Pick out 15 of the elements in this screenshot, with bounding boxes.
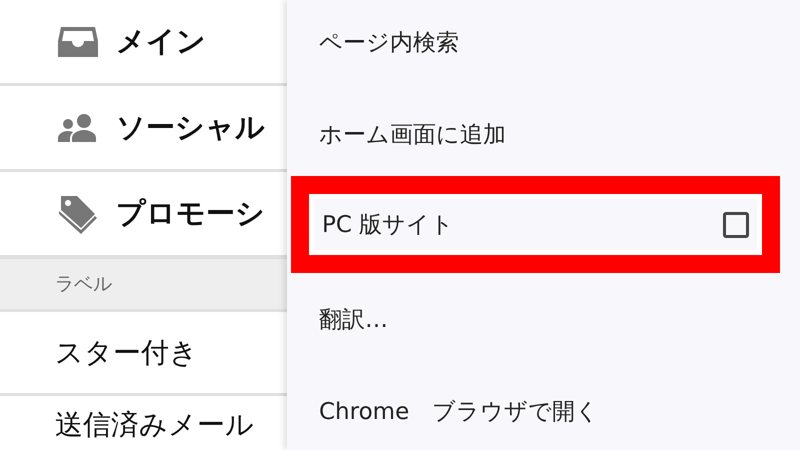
menu-item[interactable]: 翻訳…: [287, 273, 800, 365]
menu-item[interactable]: ホーム画面に追加: [287, 88, 800, 180]
menu-item[interactable]: PC 版サイト: [314, 199, 757, 250]
inbox-tray-icon: [58, 24, 98, 58]
checkbox[interactable]: [723, 212, 749, 238]
menu-item[interactable]: Chrome ブラウザで開く: [287, 365, 800, 450]
sidebar-item[interactable]: スター付き: [55, 334, 198, 372]
category-label[interactable]: メイン: [116, 22, 206, 62]
sidebar-item[interactable]: 送信済みメール: [55, 410, 254, 441]
people-icon: [58, 114, 98, 142]
category-label[interactable]: プロモーシ: [116, 194, 265, 234]
menu-item[interactable]: ページ内検索: [287, 0, 800, 88]
tag-stack-icon: [59, 194, 97, 234]
category-label[interactable]: ソーシャル: [116, 108, 265, 148]
section-header: ラベル: [55, 272, 112, 297]
